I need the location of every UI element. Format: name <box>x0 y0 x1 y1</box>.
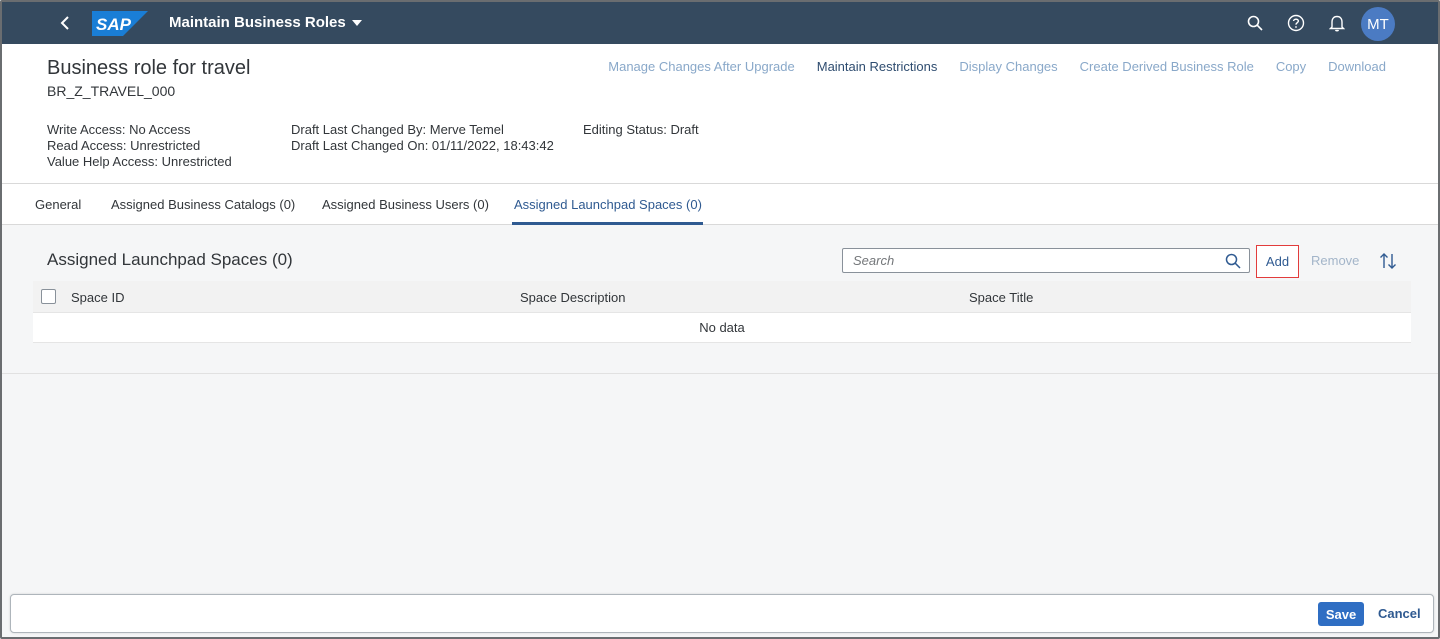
cancel-button[interactable]: Cancel <box>1378 606 1421 621</box>
notifications-button[interactable] <box>1325 11 1349 35</box>
caret-down-icon <box>351 19 362 26</box>
write-access-attribute: Write Access: No Access <box>47 122 191 137</box>
editing-status-attribute: Editing Status: Draft <box>583 122 699 137</box>
column-header-space-description[interactable]: Space Description <box>520 290 626 305</box>
app-frame: SAP Maintain Business Roles MT Business … <box>0 0 1440 639</box>
column-header-space-title[interactable]: Space Title <box>969 290 1033 305</box>
tab-assigned-launchpad-spaces[interactable]: Assigned Launchpad Spaces (0) <box>514 197 702 212</box>
draft-attributes: Draft Last Changed By: Merve Temel Draft… <box>291 122 554 154</box>
active-tab-indicator <box>512 222 703 225</box>
create-derived-business-role-button[interactable]: Create Derived Business Role <box>1080 59 1254 74</box>
sort-icon[interactable] <box>1379 251 1397 271</box>
select-all-checkbox[interactable] <box>41 289 56 304</box>
tab-general[interactable]: General <box>35 197 81 212</box>
manage-changes-after-upgrade-button[interactable]: Manage Changes After Upgrade <box>608 59 794 74</box>
search-button[interactable] <box>1243 11 1267 35</box>
help-icon <box>1287 14 1305 32</box>
access-attributes: Write Access: No Access Read Access: Unr… <box>47 122 232 170</box>
search-field[interactable] <box>842 248 1250 273</box>
download-button[interactable]: Download <box>1328 59 1386 74</box>
maintain-restrictions-button[interactable]: Maintain Restrictions <box>817 59 938 74</box>
user-avatar[interactable]: MT <box>1361 7 1395 41</box>
footer-toolbar: Save Cancel <box>10 594 1434 633</box>
app-title-menu[interactable]: Maintain Business Roles <box>169 14 362 31</box>
sap-logo-text: SAP <box>96 15 132 34</box>
draft-changed-by-attribute: Draft Last Changed By: Merve Temel <box>291 122 504 137</box>
status-attributes: Editing Status: Draft <box>583 122 699 138</box>
help-button[interactable] <box>1284 11 1308 35</box>
table-header: Space ID Space Description Space Title <box>33 281 1411 313</box>
value-help-access-attribute: Value Help Access: Unrestricted <box>47 154 232 169</box>
back-button[interactable] <box>52 9 80 37</box>
tab-assigned-business-catalogs[interactable]: Assigned Business Catalogs (0) <box>111 197 295 212</box>
chevron-left-icon <box>60 16 69 30</box>
search-icon[interactable] <box>1225 253 1241 269</box>
sap-logo[interactable]: SAP <box>92 11 148 36</box>
launchpad-spaces-table: Space ID Space Description Space Title N… <box>33 281 1411 343</box>
tab-assigned-business-users[interactable]: Assigned Business Users (0) <box>322 197 489 212</box>
header-actions: Manage Changes After Upgrade Maintain Re… <box>586 59 1386 74</box>
save-button[interactable]: Save <box>1318 602 1364 626</box>
read-access-attribute: Read Access: Unrestricted <box>47 138 201 153</box>
remove-button[interactable]: Remove <box>1311 253 1359 268</box>
shell-bar: SAP Maintain Business Roles MT <box>2 2 1438 44</box>
page-title: Business role for travel <box>47 57 251 79</box>
draft-changed-on-attribute: Draft Last Changed On: 01/11/2022, 18:43… <box>291 138 554 153</box>
copy-button[interactable]: Copy <box>1276 59 1306 74</box>
object-header: Business role for travel BR_Z_TRAVEL_000… <box>2 44 1438 184</box>
search-icon <box>1247 15 1263 31</box>
app-title: Maintain Business Roles <box>169 14 346 31</box>
add-button[interactable]: Add <box>1256 245 1299 278</box>
bell-icon <box>1329 15 1345 32</box>
empty-table-message: No data <box>33 313 1411 343</box>
column-header-space-id[interactable]: Space ID <box>71 290 124 305</box>
page-subtitle: BR_Z_TRAVEL_000 <box>47 83 176 99</box>
content-divider <box>2 373 1438 374</box>
section-title: Assigned Launchpad Spaces (0) <box>47 250 293 269</box>
tab-bar: General Assigned Business Catalogs (0) A… <box>2 184 1438 225</box>
display-changes-button[interactable]: Display Changes <box>959 59 1057 74</box>
search-input[interactable] <box>853 253 1213 268</box>
